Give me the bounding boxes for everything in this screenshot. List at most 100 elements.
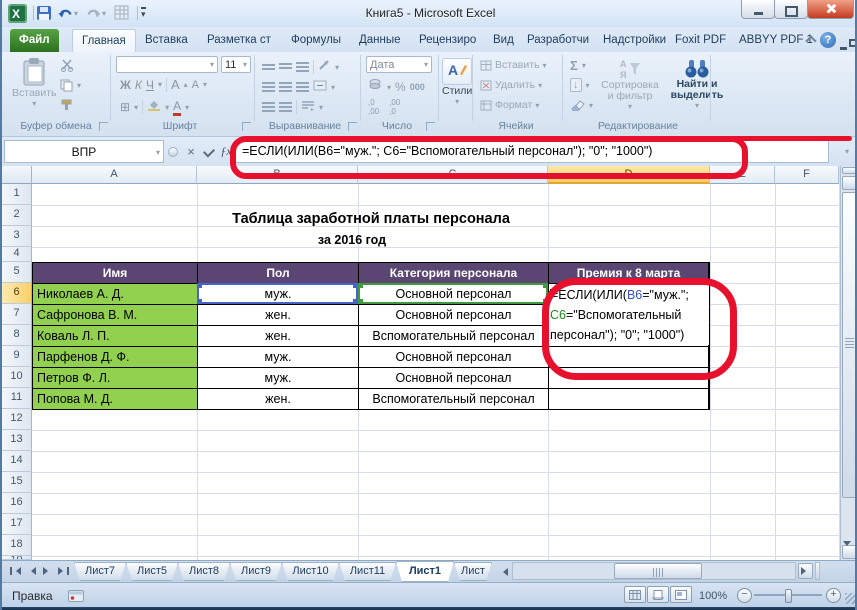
row-header-15[interactable]: 15: [2, 472, 32, 493]
row-header-13[interactable]: 13: [2, 430, 32, 451]
cell-A10[interactable]: Петров Ф. Л.: [33, 368, 198, 389]
page-break-view-button[interactable]: [670, 586, 692, 603]
grow-font-button[interactable]: А: [171, 77, 180, 92]
row-header-8[interactable]: 8: [2, 325, 32, 346]
orientation-icon[interactable]: [318, 58, 331, 76]
find-select-button[interactable]: Найти и выделить ▾: [666, 58, 728, 110]
row-header-3[interactable]: 3: [2, 226, 32, 247]
minimize-button[interactable]: [741, 0, 775, 19]
name-box[interactable]: ВПР ▾: [4, 140, 164, 163]
styles-button[interactable]: А Стили ▾: [442, 58, 472, 106]
align-left-icon[interactable]: [262, 82, 275, 92]
page-layout-view-button[interactable]: [647, 586, 669, 603]
bold-button[interactable]: Ж: [120, 78, 131, 92]
tab-insert[interactable]: Вставка: [136, 29, 197, 52]
tab-formulas[interactable]: Формулы: [282, 29, 350, 52]
align-center-icon[interactable]: [279, 82, 292, 92]
tab-split-handle[interactable]: [815, 562, 820, 580]
underline-dropdown[interactable]: ▾: [158, 80, 162, 89]
resize-grip[interactable]: [845, 593, 855, 604]
tab-data[interactable]: Данные: [350, 29, 410, 52]
copy-button[interactable]: ▾: [60, 79, 81, 92]
tab-view[interactable]: Вид: [484, 29, 523, 52]
row-header-9[interactable]: 9: [2, 346, 32, 367]
cell-C7[interactable]: Основной персонал: [359, 305, 549, 326]
format-cells-button[interactable]: Формат ▾: [480, 99, 539, 111]
table-header-gender[interactable]: Пол: [198, 263, 359, 284]
select-all-corner[interactable]: [2, 166, 32, 184]
row-header-11[interactable]: 11: [2, 388, 32, 409]
sheet-tab-list1-active[interactable]: Лист1: [396, 561, 454, 582]
column-header-F[interactable]: F: [775, 166, 839, 184]
tab-file[interactable]: Файл: [10, 29, 59, 52]
thousands-icon[interactable]: 000: [410, 82, 425, 92]
restore-button[interactable]: [774, 0, 808, 19]
sheet-tab-list10[interactable]: Лист10: [282, 562, 339, 581]
cell-B10[interactable]: муж.: [198, 368, 359, 389]
fill-color-button[interactable]: [147, 98, 161, 116]
wrap-text-icon[interactable]: [301, 98, 315, 116]
sheet-tab-list9[interactable]: Лист9: [230, 562, 282, 581]
format-painter-button[interactable]: [60, 98, 73, 111]
enter-entry-button[interactable]: [200, 141, 218, 162]
row-header-12[interactable]: 12: [2, 409, 32, 430]
font-size-combo[interactable]: 11 ▾: [221, 56, 251, 73]
font-dialog-launcher[interactable]: [242, 122, 251, 131]
cut-button[interactable]: [60, 59, 74, 72]
delete-cells-button[interactable]: Удалить ▾: [480, 79, 542, 91]
insert-cells-button[interactable]: Вставить ▾: [480, 59, 547, 71]
cancel-entry-button[interactable]: ×: [182, 141, 200, 162]
row-header-2[interactable]: 2: [2, 205, 32, 226]
align-bottom-icon[interactable]: [296, 62, 309, 72]
clipboard-dialog-launcher[interactable]: [99, 122, 108, 131]
table-header-name[interactable]: Имя: [33, 263, 198, 284]
align-right-icon[interactable]: [296, 82, 309, 92]
borders-button[interactable]: ⊞: [120, 100, 130, 114]
merge-center-icon[interactable]: [313, 78, 327, 96]
last-sheet-button[interactable]: [56, 564, 70, 578]
sheet-tab-list5[interactable]: Лист5: [126, 562, 178, 581]
zoom-out-button[interactable]: −: [737, 588, 752, 603]
tab-page-layout[interactable]: Разметка ст: [198, 29, 280, 52]
cell-B7[interactable]: жен.: [198, 305, 359, 326]
tab-scroll-left-button[interactable]: [496, 565, 510, 579]
tab-home[interactable]: Главная: [72, 29, 136, 53]
number-dialog-launcher[interactable]: [426, 122, 435, 131]
split-handle[interactable]: [842, 167, 855, 174]
row-header-18[interactable]: 18: [2, 535, 32, 556]
align-top-icon[interactable]: [262, 64, 275, 70]
row-header-16[interactable]: 16: [2, 493, 32, 514]
expand-formula-bar-icon[interactable]: ▾: [845, 147, 849, 156]
row-header-1[interactable]: 1: [2, 184, 32, 205]
tab-review[interactable]: Рецензиро: [410, 29, 485, 52]
decrease-indent-icon[interactable]: [262, 102, 275, 112]
zoom-slider-thumb[interactable]: [785, 589, 792, 603]
cell-B8[interactable]: жен.: [198, 326, 359, 347]
row-header-4[interactable]: 4: [2, 247, 32, 262]
currency-icon[interactable]: [368, 78, 383, 96]
scroll-right-button[interactable]: [798, 563, 813, 579]
name-box-dropdown-icon[interactable]: ▾: [156, 148, 160, 157]
scroll-up-button[interactable]: [842, 176, 855, 199]
sort-filter-button[interactable]: АЯ Сортировка и фильтр ▾: [598, 58, 662, 111]
tab-developer[interactable]: Разработчи: [518, 29, 598, 52]
align-middle-icon[interactable]: [279, 63, 292, 71]
row-header-17[interactable]: 17: [2, 514, 32, 535]
cell-A7[interactable]: Сафронова В. М.: [33, 305, 198, 326]
cell-C8[interactable]: Вспомогательный персонал: [359, 326, 549, 347]
italic-button[interactable]: К: [135, 78, 142, 92]
font-color-button[interactable]: А: [173, 99, 182, 116]
alignment-dialog-launcher[interactable]: [348, 122, 357, 131]
row-header-14[interactable]: 14: [2, 451, 32, 472]
cell-A6[interactable]: Николаев А. Д.: [33, 284, 198, 305]
cell-A8[interactable]: Коваль Л. П.: [33, 326, 198, 347]
scroll-down-button[interactable]: [842, 541, 855, 563]
tab-foxit[interactable]: Foxit PDF: [666, 29, 735, 52]
prev-sheet-button[interactable]: [24, 564, 38, 578]
cell-A11[interactable]: Попова М. Д.: [33, 389, 198, 410]
tab-addins[interactable]: Надстройки: [594, 29, 675, 52]
normal-view-button[interactable]: [624, 586, 646, 603]
cell-C9[interactable]: Основной персонал: [359, 347, 549, 368]
font-name-combo[interactable]: ▾: [116, 56, 218, 73]
next-sheet-button[interactable]: [40, 564, 54, 578]
